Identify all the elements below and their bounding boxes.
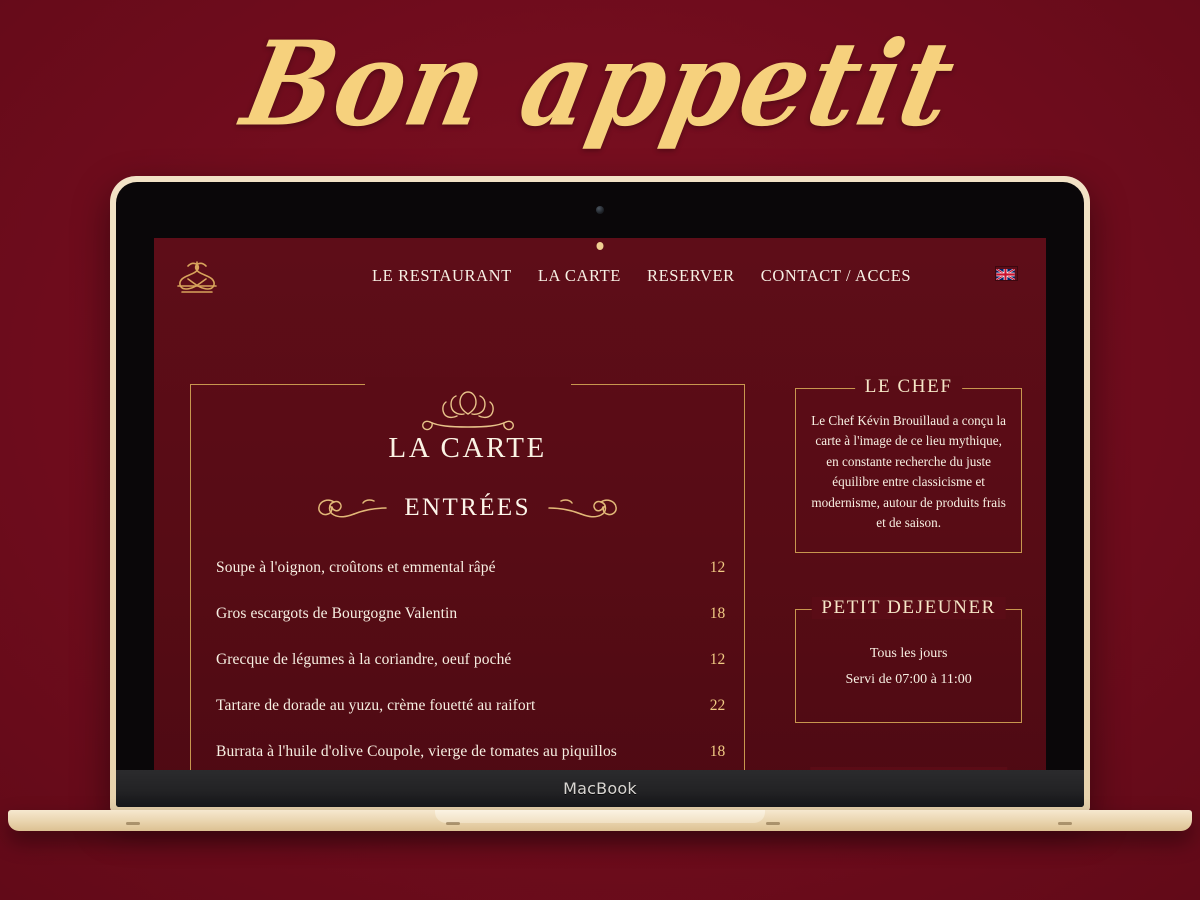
flourish-logo-icon[interactable] (168, 258, 226, 300)
nav-item-le-restaurant[interactable]: LE RESTAURANT (372, 266, 512, 286)
dish-name: Tartare de dorade au yuzu, crème fouetté… (216, 697, 536, 714)
menu-item-row: Tartare de dorade au yuzu, crème fouetté… (190, 697, 745, 715)
laptop-foot (126, 822, 140, 825)
macbook-mockup: LE RESTAURANT LA CARTE RESERVER CONTACT … (8, 176, 1192, 831)
card-body: Le Chef Kévin Brouillaud a conçu la cart… (811, 413, 1007, 531)
macbook-label: MacBook (563, 779, 637, 798)
card-line-hours: Servi de 07:00 à 11:00 (845, 671, 972, 687)
menu-item-row: Burrata à l'huile d'olive Coupole, vierg… (190, 743, 745, 761)
laptop-foot (766, 822, 780, 825)
dish-price: 18 (709, 743, 726, 760)
card-title: PETIT DEJEUNER (811, 596, 1006, 619)
dish-price: 12 (709, 559, 726, 576)
card-petit-dejeuner: PETIT DEJEUNER Tous les jours Servi de 0… (795, 596, 1022, 723)
laptop-foot (1058, 822, 1072, 825)
nav-links: LE RESTAURANT LA CARTE RESERVER CONTACT … (372, 266, 911, 286)
laptop-foot (446, 822, 460, 825)
laptop-base (8, 810, 1192, 842)
menu-title: LA CARTE (388, 432, 547, 464)
swirl-ornament-right-icon (548, 499, 617, 518)
website-screen: LE RESTAURANT LA CARTE RESERVER CONTACT … (154, 238, 1046, 807)
dish-price: 18 (709, 605, 726, 622)
webcam-dot-icon (596, 206, 604, 214)
dish-name: Grecque de légumes à la coriandre, oeuf … (216, 651, 512, 668)
menu-heading: LA CARTE (190, 384, 745, 465)
section-heading-entrees: ENTRÉES (190, 491, 745, 525)
dish-price: 12 (709, 651, 726, 668)
nav-item-la-carte[interactable]: LA CARTE (538, 266, 621, 286)
dish-price: 22 (709, 697, 726, 714)
dish-name: Gros escargots de Bourgogne Valentin (216, 605, 458, 622)
menu-item-row: Grecque de légumes à la coriandre, oeuf … (190, 651, 745, 669)
nav-item-reserver[interactable]: RESERVER (647, 266, 735, 286)
page-content: LA CARTE ENTRÉES Soupe à l'oignon, croût… (154, 322, 1046, 807)
dish-name: Burrata à l'huile d'olive Coupole, vierg… (216, 743, 617, 760)
section-title: ENTRÉES (404, 494, 531, 521)
menu-item-row: Gros escargots de Bourgogne Valentin 18 (190, 605, 745, 623)
site-navbar: LE RESTAURANT LA CARTE RESERVER CONTACT … (154, 238, 1046, 322)
menu-item-row: Soupe à l'oignon, croûtons et emmental r… (190, 559, 745, 577)
laptop-chin: MacBook (116, 770, 1084, 807)
gold-dot-icon (596, 242, 604, 250)
dish-name: Soupe à l'oignon, croûtons et emmental r… (216, 559, 496, 576)
laptop-lid: LE RESTAURANT LA CARTE RESERVER CONTACT … (110, 176, 1090, 813)
laptop-base-notch (435, 810, 765, 823)
poster-title: Bon appetit (232, 14, 968, 153)
card-le-chef: LE CHEF Le Chef Kévin Brouillaud a conçu… (795, 376, 1022, 553)
sidebar-column: LE CHEF Le Chef Kévin Brouillaud a conçu… (795, 376, 1022, 807)
laptop-bezel: LE RESTAURANT LA CARTE RESERVER CONTACT … (116, 182, 1084, 807)
union-jack-flag-icon[interactable] (995, 266, 1018, 281)
card-line-days: Tous les jours (869, 645, 948, 661)
menu-column: LA CARTE ENTRÉES Soupe à l'oignon, croût… (190, 377, 746, 807)
swirl-ornament-left-icon (318, 499, 388, 518)
fan-ornament-icon (421, 391, 514, 431)
nav-item-contact-acces[interactable]: CONTACT / ACCES (761, 266, 911, 286)
card-title: LE CHEF (854, 376, 963, 398)
